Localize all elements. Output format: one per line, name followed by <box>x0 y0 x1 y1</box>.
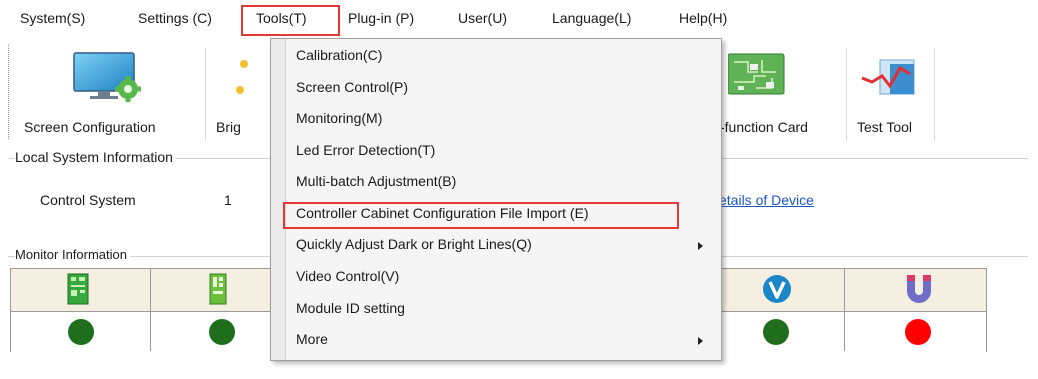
menu-item-screen-control[interactable]: Screen Control(P) <box>296 79 408 95</box>
status-indicator <box>209 319 235 345</box>
sending-card-icon <box>67 273 89 305</box>
multifunction-card-label: -function Card <box>720 119 808 135</box>
menu-item-calibration[interactable]: Calibration(C) <box>296 47 382 63</box>
submenu-arrow-icon <box>698 337 703 345</box>
menu-item-more[interactable]: More <box>296 331 328 347</box>
menu-help[interactable]: Help(H) <box>679 10 727 26</box>
tools-menu-highlight-box <box>241 5 340 36</box>
screen-configuration-button[interactable]: Screen Configuration <box>14 44 202 144</box>
brightness-label: Brig <box>216 119 241 135</box>
test-tool-label: Test Tool <box>857 119 912 135</box>
control-system-count: 1 <box>224 192 232 208</box>
screen-configuration-label: Screen Configuration <box>24 119 156 135</box>
video-icon <box>763 275 791 303</box>
import-highlight-box <box>283 202 679 229</box>
menu-language[interactable]: Language(L) <box>552 10 631 26</box>
menu-item-adjust-lines[interactable]: Quickly Adjust Dark or Bright Lines(Q) <box>296 236 532 252</box>
menu-item-monitoring[interactable]: Monitoring(M) <box>296 110 382 126</box>
toolbar-separator <box>934 48 935 140</box>
sun-icon <box>236 60 248 94</box>
submenu-arrow-icon <box>698 242 703 250</box>
menu-system[interactable]: System(S) <box>20 10 85 26</box>
multifunction-card-button[interactable]: -function Card <box>714 44 842 144</box>
menu-bar: System(S) Settings (C) Tools(T) Plug-in … <box>0 0 1038 39</box>
status-indicator <box>68 319 94 345</box>
status-indicator <box>905 319 931 345</box>
control-system-label: Control System <box>40 192 136 208</box>
menu-user[interactable]: User(U) <box>458 10 507 26</box>
chart-test-icon <box>861 59 915 95</box>
menu-item-multi-batch-adjustment[interactable]: Multi-batch Adjustment(B) <box>296 173 456 189</box>
tools-dropdown-menu: Calibration(C) Screen Control(P) Monitor… <box>270 38 722 361</box>
toolbar-separator <box>846 48 847 140</box>
circuit-board-icon <box>728 53 785 95</box>
menu-item-video-control[interactable]: Video Control(V) <box>296 268 399 284</box>
menu-item-led-error-detection[interactable]: Led Error Detection(T) <box>296 142 435 158</box>
toolbar-separator <box>205 48 206 140</box>
magnet-icon <box>907 275 931 303</box>
status-indicator <box>763 319 789 345</box>
details-of-device-link[interactable]: etails of Device <box>719 192 814 208</box>
monitor-title: Monitor Information <box>15 247 130 262</box>
local-system-title: Local System Information <box>15 149 176 165</box>
test-tool-button[interactable]: Test Tool <box>851 44 931 144</box>
menu-icon-gutter <box>271 39 286 360</box>
menu-item-module-id-setting[interactable]: Module ID setting <box>296 300 405 316</box>
receiving-card-icon <box>209 273 227 305</box>
menu-settings[interactable]: Settings (C) <box>138 10 212 26</box>
monitor-gear-icon <box>73 52 141 102</box>
brightness-button[interactable]: Brig <box>210 44 265 144</box>
toolbar-grip <box>8 44 9 139</box>
menu-plugin[interactable]: Plug-in (P) <box>348 10 414 26</box>
